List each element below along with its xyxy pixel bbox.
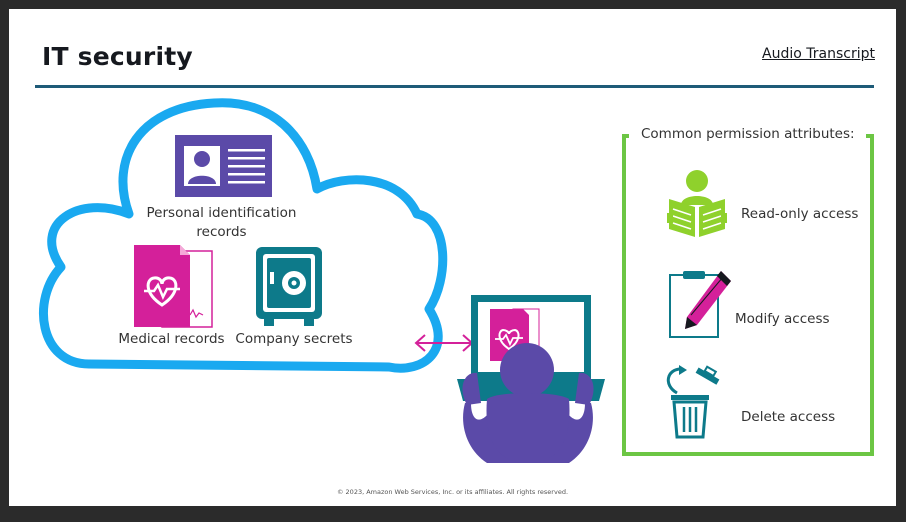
safe-icon: [256, 247, 322, 326]
delete-access-label: Delete access: [741, 409, 836, 425]
slide: IT security Audio Transcript Personal id…: [9, 9, 896, 506]
personal-id-records-label: Personal identification records: [146, 205, 297, 240]
reading-person-icon: [667, 170, 727, 237]
medical-records-label: Medical records: [118, 331, 225, 347]
read-only-access-label: Read-only access: [741, 206, 859, 222]
company-secrets-label: Company secrets: [235, 331, 353, 347]
permissions-title: Common permission attributes:: [635, 126, 861, 142]
medical-file-icon: [134, 245, 213, 328]
trash-can-icon: [666, 365, 720, 439]
copyright-footer: © 2023, Amazon Web Services, Inc. or its…: [336, 488, 569, 496]
modify-access-label: Modify access: [735, 311, 830, 327]
clipboard-pencil-icon: [669, 271, 731, 338]
id-card-icon: [175, 135, 272, 197]
user-at-laptop-icon: [457, 295, 605, 463]
